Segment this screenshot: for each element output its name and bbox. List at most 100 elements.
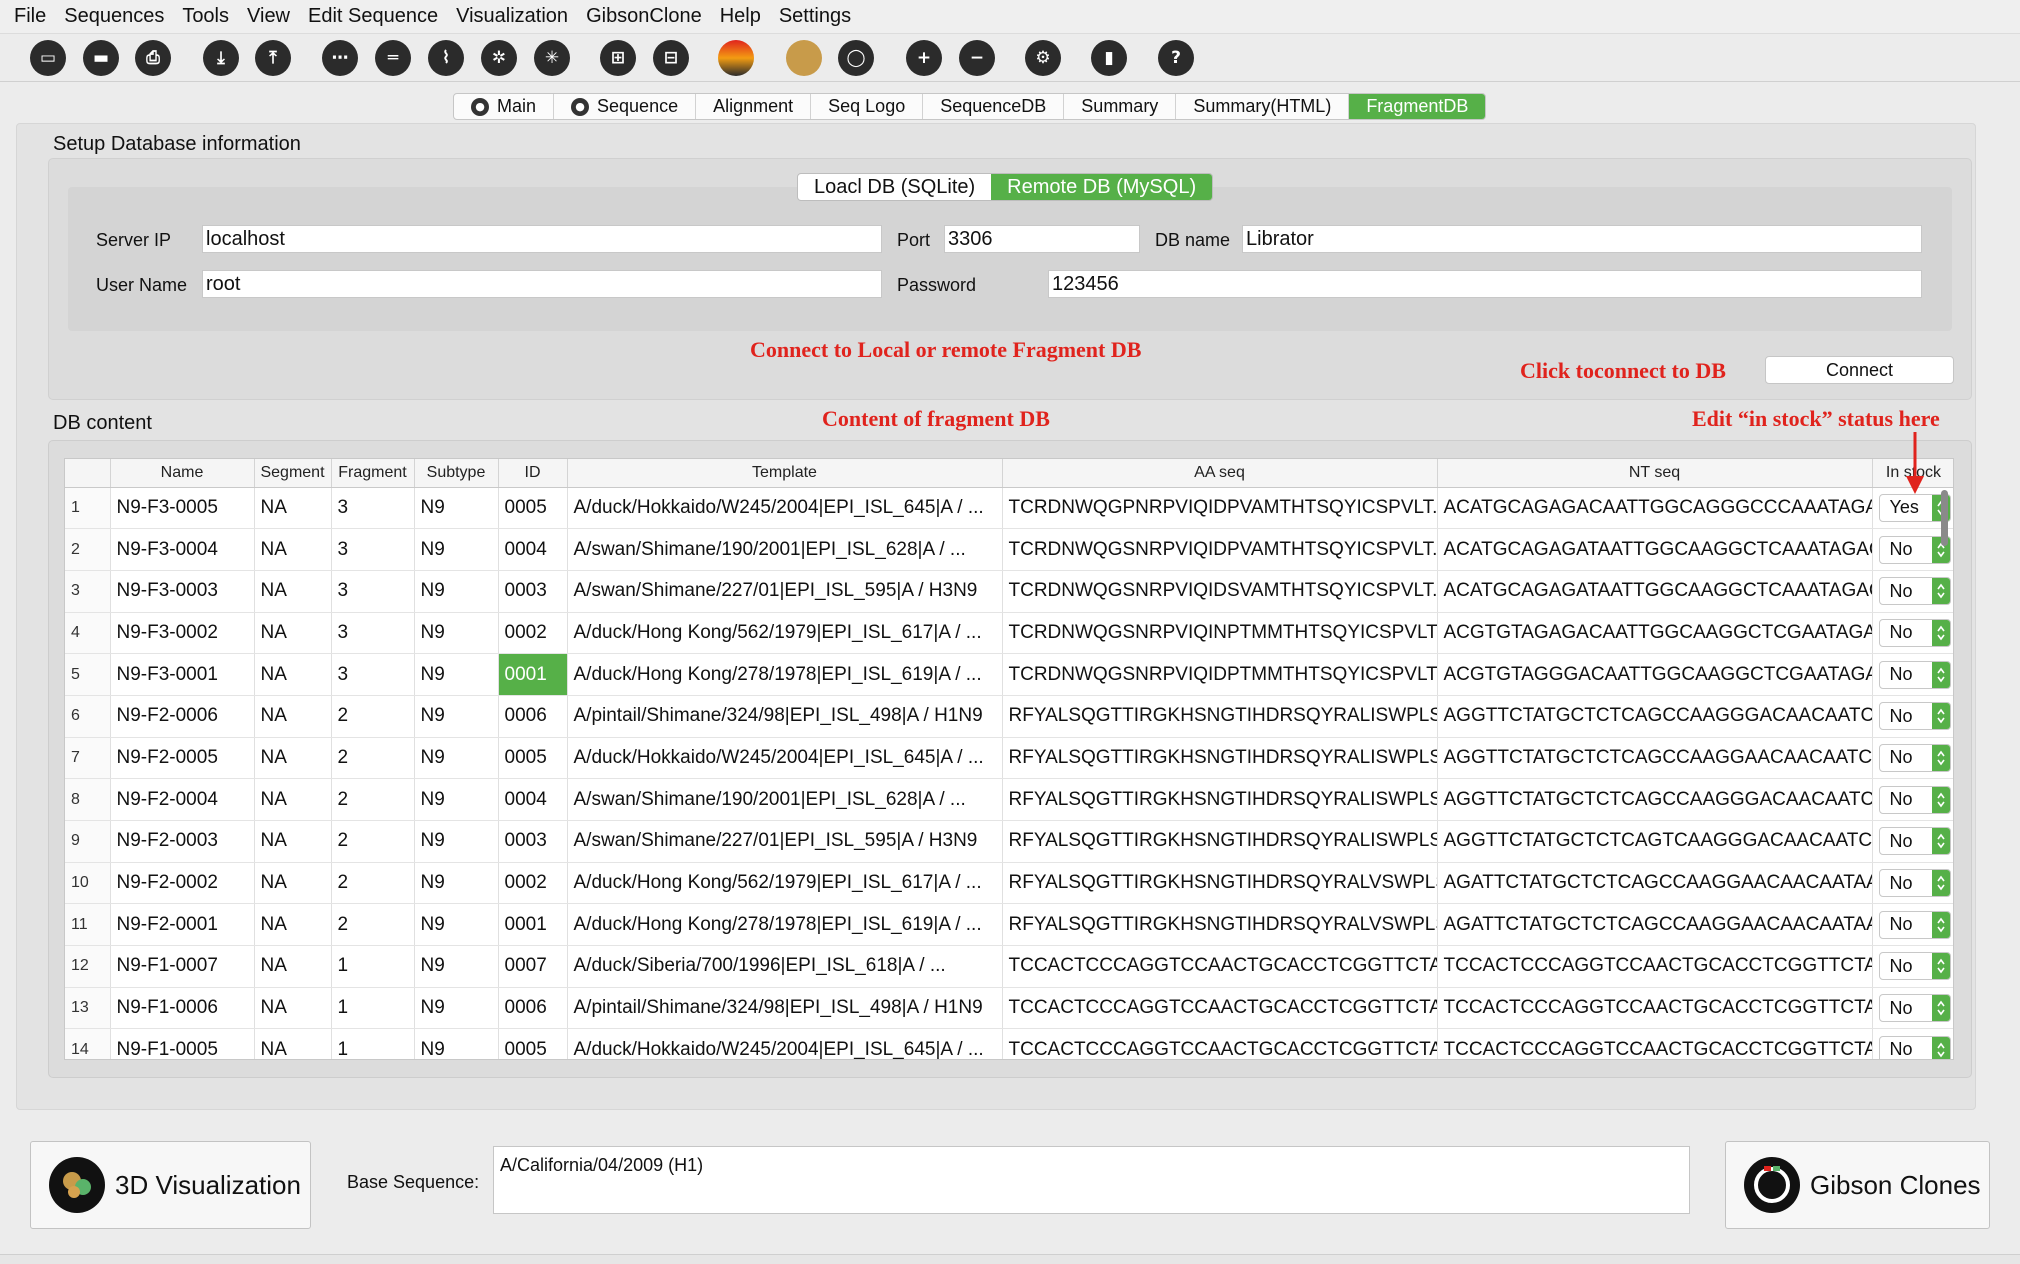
cell-fragment[interactable]: 1 (331, 945, 415, 988)
cell-segment[interactable]: NA (254, 1028, 332, 1059)
cell-subtype[interactable]: N9 (414, 570, 499, 613)
cell-segment[interactable]: NA (254, 945, 332, 988)
cell-n[interactable]: 5 (65, 653, 111, 696)
cell-aa[interactable]: TCCACTCCCAGGTCCAACTGCACCTCGGTTCTA... (1002, 987, 1438, 1030)
cell-aa[interactable]: TCCACTCCCAGGTCCAACTGCACCTCGGTTCTA... (1002, 945, 1438, 988)
cell-fragment[interactable]: 2 (331, 820, 415, 863)
table-row[interactable]: 5 N9-F3-0001 NA 3 N9 0001 A/duck/Hong Kong/278… (65, 653, 1953, 696)
cell-fragment[interactable]: 3 (331, 612, 415, 655)
gibson-ring-icon[interactable]: ◯ (838, 40, 874, 76)
cell-subtype[interactable]: N9 (414, 945, 499, 988)
tab-main[interactable]: ● Main (454, 94, 555, 119)
cell-name[interactable]: N9-F1-0007 (110, 945, 255, 988)
cell-nt[interactable]: TCCACTCCCAGGTCCAACTGCACCTCGGTTCTA... (1437, 987, 1873, 1030)
cell-subtype[interactable]: N9 (414, 903, 499, 947)
table-row[interactable]: 14 N9-F1-0005 NA 1 N9 0005 A/duck/Hokkaido/W24… (65, 1028, 1953, 1059)
cell-id[interactable]: 0005 (498, 737, 568, 780)
in-stock-select[interactable]: No (1878, 827, 1951, 856)
cell-aa[interactable]: RFYALSQGTTIRGKHSNGTIHDRSQYRALISWPLS... (1002, 820, 1438, 863)
tab-sequencedb[interactable]: SequenceDB (923, 94, 1065, 119)
sequence-bar-icon[interactable]: ═ (375, 40, 411, 76)
cell-nt[interactable]: TCCACTCCCAGGTCCAACTGCACCTCGGTTCTA... (1437, 1028, 1873, 1059)
cell-aa[interactable]: TCRDNWQGSNRPVIQIDSVAMTHTSQYICSPVLT... (1002, 570, 1438, 613)
help-icon[interactable]: ? (1158, 40, 1194, 76)
structure-icon[interactable]: ✲ (481, 40, 517, 76)
cell-segment[interactable]: NA (254, 820, 332, 863)
column-header[interactable]: Subtype (414, 459, 499, 488)
cell-fragment[interactable]: 3 (331, 528, 415, 571)
cell-nt[interactable]: AGGTTCTATGCTCTCAGCCAAGGGACAACAATC... (1437, 778, 1873, 821)
cell-name[interactable]: N9-F2-0003 (110, 820, 255, 863)
cell-nt[interactable]: ACGTGTAGGGACAATTGGCAAGGCTCGAATAGA... (1437, 653, 1873, 696)
trash-icon[interactable]: ▮ (1091, 40, 1127, 76)
table-row[interactable]: 4 N9-F3-0002 NA 3 N9 0002 A/duck/Hong Kong/562… (65, 612, 1953, 655)
table-row[interactable]: 2 N9-F3-0004 NA 3 N9 0004 A/swan/Shimane/190/2… (65, 528, 1953, 571)
3d-visualization-button[interactable]: 3D Visualization (30, 1141, 311, 1229)
tab-summary-html-[interactable]: Summary(HTML) (1176, 94, 1350, 119)
remote-db-option[interactable]: Remote DB (MySQL) (991, 174, 1213, 200)
color-bands-icon[interactable] (718, 40, 754, 76)
cell-segment[interactable]: NA (254, 653, 332, 696)
cell-segment[interactable]: NA (254, 737, 332, 780)
table-row[interactable]: 13 N9-F1-0006 NA 1 N9 0006 A/pintail/Shimane/3… (65, 987, 1953, 1030)
cell-template[interactable]: A/swan/Shimane/227/01|EPI_ISL_595|A / H3… (567, 820, 1003, 863)
cell-template[interactable]: A/swan/Shimane/190/2001|EPI_ISL_628|A / … (567, 778, 1003, 821)
column-header[interactable]: NT seq (1437, 459, 1873, 488)
cell-fragment[interactable]: 1 (331, 1028, 415, 1059)
cell-fragment[interactable]: 3 (331, 653, 415, 696)
cell-segment[interactable]: NA (254, 528, 332, 571)
cell-segment[interactable]: NA (254, 862, 332, 905)
cell-id[interactable]: 0006 (498, 695, 568, 738)
table-row[interactable]: 7 N9-F2-0005 NA 2 N9 0005 A/duck/Hokkaido/W245… (65, 737, 1953, 780)
table-row[interactable]: 1 N9-F3-0005 NA 3 N9 0005 A/duck/Hokkaido/W245… (65, 487, 1953, 530)
user-name-field[interactable]: root (202, 270, 882, 298)
cell-id[interactable]: 0005 (498, 487, 568, 530)
tab-sequence[interactable]: ● Sequence (554, 94, 697, 119)
cell-n[interactable]: 11 (65, 903, 111, 947)
cell-fragment[interactable]: 2 (331, 695, 415, 738)
table-row[interactable]: 3 N9-F3-0003 NA 3 N9 0003 A/swan/Shimane/227/0… (65, 570, 1953, 613)
menu-item-sequences[interactable]: Sequences (64, 5, 164, 28)
cell-aa[interactable]: RFYALSQGTTIRGKHSNGTIHDRSQYRALVSWPLS... (1002, 903, 1438, 947)
cell-nt[interactable]: AGATTCTATGCTCTCAGCCAAGGAACAACAATAA... (1437, 903, 1873, 947)
cell-fragment[interactable]: 2 (331, 903, 415, 947)
print-icon[interactable]: ⎙ (135, 40, 171, 76)
in-stock-select[interactable]: No (1878, 952, 1951, 981)
menu-item-tools[interactable]: Tools (182, 5, 229, 28)
cell-subtype[interactable]: N9 (414, 695, 499, 738)
cell-aa[interactable]: TCCACTCCCAGGTCCAACTGCACCTCGGTTCTA... (1002, 1028, 1438, 1059)
cell-aa[interactable]: TCRDNWQGSNRPVIQINPTMMTHTSQYICSPVLT... (1002, 612, 1438, 655)
network-icon[interactable]: ✳ (534, 40, 570, 76)
cell-subtype[interactable]: N9 (414, 987, 499, 1030)
cell-subtype[interactable]: N9 (414, 778, 499, 821)
cell-subtype[interactable]: N9 (414, 528, 499, 571)
column-header[interactable] (65, 459, 111, 488)
cell-template[interactable]: A/swan/Shimane/190/2001|EPI_ISL_628|A / … (567, 528, 1003, 571)
cell-nt[interactable]: AGGTTCTATGCTCTCAGTCAAGGGACAACAATC... (1437, 820, 1873, 863)
cell-subtype[interactable]: N9 (414, 737, 499, 780)
in-stock-select[interactable]: No (1878, 660, 1951, 689)
cell-n[interactable]: 7 (65, 737, 111, 780)
base-sequence-field[interactable]: A/California/04/2009 (H1) (493, 1146, 1690, 1214)
cell-n[interactable]: 9 (65, 820, 111, 863)
cell-n[interactable]: 14 (65, 1028, 111, 1059)
zoom-in-icon[interactable]: + (906, 40, 942, 76)
cell-id[interactable]: 0002 (498, 612, 568, 655)
cell-template[interactable]: A/duck/Siberia/700/1996|EPI_ISL_618|A / … (567, 945, 1003, 988)
cell-id[interactable]: 0006 (498, 987, 568, 1030)
cell-name[interactable]: N9-F3-0005 (110, 487, 255, 530)
cell-n[interactable]: 8 (65, 778, 111, 821)
cell-nt[interactable]: AGATTCTATGCTCTCAGCCAAGGAACAACAATAA... (1437, 862, 1873, 905)
cell-id[interactable]: 0001 (498, 903, 568, 947)
cell-segment[interactable]: NA (254, 903, 332, 947)
cell-name[interactable]: N9-F2-0004 (110, 778, 255, 821)
sequence-align-icon[interactable]: ⋯ (322, 40, 358, 76)
cell-template[interactable]: A/duck/Hong Kong/562/1979|EPI_ISL_617|A … (567, 612, 1003, 655)
cell-nt[interactable]: AGGTTCTATGCTCTCAGCCAAGGGACAACAATC... (1437, 695, 1873, 738)
cell-n[interactable]: 6 (65, 695, 111, 738)
cell-subtype[interactable]: N9 (414, 653, 499, 696)
port-field[interactable]: 3306 (944, 225, 1140, 253)
cell-subtype[interactable]: N9 (414, 820, 499, 863)
cell-id[interactable]: 0002 (498, 862, 568, 905)
cell-template[interactable]: A/duck/Hong Kong/278/1978|EPI_ISL_619|A … (567, 903, 1003, 947)
